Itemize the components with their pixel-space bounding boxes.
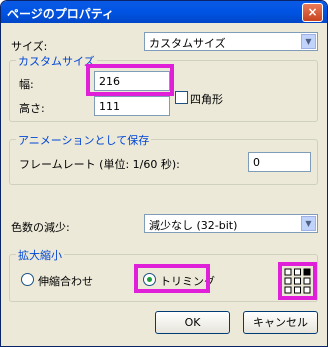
size-label: サイズ: [11, 40, 48, 53]
anchor-grid-icon[interactable] [284, 268, 311, 294]
frame-rate-input[interactable]: 0 [248, 152, 311, 172]
ok-button[interactable]: OK [155, 311, 230, 334]
close-button[interactable]: × [302, 3, 323, 22]
anchor-cell[interactable] [294, 277, 301, 285]
anchor-cell[interactable] [294, 268, 301, 276]
frame-rate-label: フレームレート (単位: 1/60 秒): [19, 158, 180, 171]
title-bar[interactable]: ページのプロパティ × [1, 1, 327, 23]
custom-size-legend: カスタムサイズ [16, 53, 97, 69]
size-select[interactable]: カスタムサイズ ▼ [144, 32, 318, 51]
cancel-button[interactable]: キャンセル [243, 311, 318, 334]
animation-legend: アニメーションとして保存 [16, 132, 152, 148]
anchor-cell[interactable] [303, 277, 311, 285]
fit-radio[interactable] [21, 273, 34, 286]
page-properties-dialog: ページのプロパティ × サイズ: カスタムサイズ ▼ カスタムサイズ 幅: 21… [0, 0, 328, 347]
scaling-legend: 拡大縮小 [16, 247, 64, 263]
anchor-cell[interactable] [294, 286, 301, 294]
square-checkbox[interactable] [175, 91, 188, 104]
height-input[interactable]: 111 [94, 96, 170, 116]
height-label: 高さ: [19, 102, 45, 115]
trim-highlight [134, 264, 210, 293]
chevron-down-icon[interactable]: ▼ [301, 216, 316, 231]
window-title: ページのプロパティ [7, 7, 115, 21]
color-reduction-value: 減少なし (32-bit) [149, 219, 238, 232]
anchor-cell[interactable] [303, 286, 311, 294]
width-label: 幅: [19, 78, 34, 91]
anchor-cell[interactable] [284, 268, 292, 276]
fit-label: 伸縮合わせ [38, 275, 93, 288]
anchor-cell[interactable] [284, 286, 292, 294]
width-highlight [86, 64, 174, 96]
color-reduction-label: 色数の減少: [11, 221, 70, 234]
size-select-value: カスタムサイズ [149, 37, 226, 50]
square-label: 四角形 [190, 93, 223, 106]
anchor-cell[interactable] [284, 277, 292, 285]
color-reduction-select[interactable]: 減少なし (32-bit) ▼ [144, 214, 318, 233]
chevron-down-icon[interactable]: ▼ [301, 34, 316, 49]
anchor-cell[interactable] [303, 268, 311, 276]
